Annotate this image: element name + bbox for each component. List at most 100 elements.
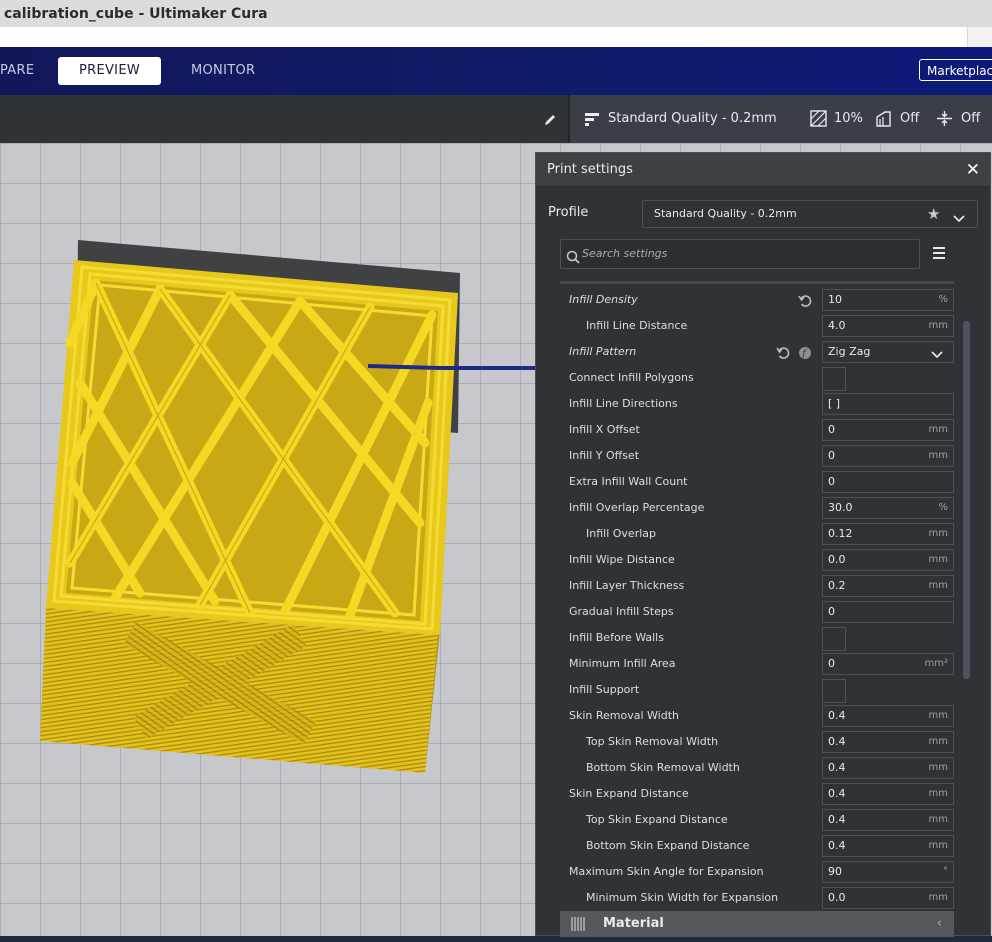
setting-unit: % bbox=[938, 294, 948, 305]
setting-field[interactable]: 0 mm² bbox=[822, 653, 954, 675]
setting-row[interactable]: Infill Pattern f Zig Zag bbox=[560, 339, 956, 365]
setting-field[interactable]: 0 bbox=[822, 601, 954, 623]
setting-row[interactable]: Bottom Skin Removal Width 0.4 mm bbox=[560, 755, 956, 781]
setting-row[interactable]: Extra Infill Wall Count 0 bbox=[560, 469, 956, 495]
setting-row[interactable]: Infill Layer Thickness 0.2 mm bbox=[560, 573, 956, 599]
chevron-down-icon bbox=[953, 208, 965, 234]
setting-field[interactable]: 0 mm bbox=[822, 419, 954, 441]
setting-row[interactable]: Infill Support bbox=[560, 677, 956, 703]
window-title: calibration_cube - Ultimaker Cura bbox=[0, 0, 992, 27]
setting-field[interactable]: 0.2 mm bbox=[822, 575, 954, 597]
setting-dropdown[interactable]: Zig Zag bbox=[822, 341, 954, 363]
setting-value: 0 bbox=[828, 605, 835, 618]
setting-row[interactable]: Minimum Skin Width for Expansion 0.0 mm bbox=[560, 885, 956, 911]
tab-prepare[interactable]: PARE bbox=[0, 57, 40, 85]
setting-row[interactable]: Connect Infill Polygons bbox=[560, 365, 956, 391]
setting-label: Infill Line Directions bbox=[569, 397, 678, 410]
setting-value: 0.2 bbox=[828, 579, 846, 592]
marketplace-button[interactable]: Marketplace bbox=[919, 59, 992, 81]
setting-unit: mm bbox=[928, 840, 948, 851]
setting-field[interactable]: 90 ° bbox=[822, 861, 954, 883]
support-icon bbox=[875, 110, 892, 131]
setting-field[interactable]: 0.4 mm bbox=[822, 757, 954, 779]
setting-row[interactable]: Infill Wipe Distance 0.0 mm bbox=[560, 547, 956, 573]
setting-row[interactable]: Minimum Infill Area 0 mm² bbox=[560, 651, 956, 677]
setting-value: 0.0 bbox=[828, 891, 846, 904]
setting-field[interactable]: 0.4 mm bbox=[822, 705, 954, 727]
setting-field[interactable]: 0.0 mm bbox=[822, 549, 954, 571]
setting-row[interactable]: Skin Expand Distance 0.4 mm bbox=[560, 781, 956, 807]
setting-checkbox[interactable] bbox=[822, 627, 846, 651]
setting-field[interactable]: 4.0 mm bbox=[822, 315, 954, 337]
setting-value: 0.4 bbox=[828, 787, 846, 800]
print-setup-toolbar[interactable]: Standard Quality - 0.2mm 10% Off Off bbox=[568, 95, 992, 143]
setting-row[interactable]: Top Skin Removal Width 0.4 mm bbox=[560, 729, 956, 755]
setting-label: Infill Layer Thickness bbox=[569, 579, 685, 592]
stage-header: PARE PREVIEW MONITOR Marketplace bbox=[0, 47, 992, 95]
reset-icon[interactable] bbox=[798, 293, 812, 307]
setting-row[interactable]: Infill Overlap 0.12 mm bbox=[560, 521, 956, 547]
print-settings-panel: Print settings ✕ Profile Standard Qualit… bbox=[535, 152, 991, 937]
setting-row[interactable]: Infill X Offset 0 mm bbox=[560, 417, 956, 443]
setting-checkbox[interactable] bbox=[822, 367, 846, 391]
search-placeholder: Search settings bbox=[582, 247, 668, 260]
setting-row[interactable]: Infill Overlap Percentage 30.0% bbox=[560, 495, 956, 521]
settings-divider bbox=[560, 281, 954, 284]
setting-unit: mm bbox=[928, 554, 948, 565]
material-icon bbox=[571, 916, 587, 942]
settings-menu-icon[interactable] bbox=[933, 247, 945, 259]
setting-field[interactable]: 0.12 mm bbox=[822, 523, 954, 545]
setting-field[interactable]: 0.4 mm bbox=[822, 731, 954, 753]
star-icon[interactable]: ★ bbox=[927, 201, 940, 227]
setting-row[interactable]: Maximum Skin Angle for Expansion 90 ° bbox=[560, 859, 956, 885]
setting-field[interactable]: 30.0% bbox=[822, 497, 954, 519]
tab-preview[interactable]: PREVIEW bbox=[58, 57, 161, 85]
setting-row[interactable]: Bottom Skin Expand Distance 0.4 mm bbox=[560, 833, 956, 859]
close-icon[interactable]: ✕ bbox=[966, 153, 980, 187]
setting-field[interactable]: 10% bbox=[822, 289, 954, 311]
setting-label: Infill Overlap Percentage bbox=[569, 501, 705, 514]
setting-checkbox[interactable] bbox=[822, 679, 846, 703]
setting-field[interactable]: 0 mm bbox=[822, 445, 954, 467]
profile-value: Standard Quality - 0.2mm bbox=[654, 207, 797, 220]
setting-row[interactable]: Infill Line Directions [ ] bbox=[560, 391, 956, 417]
setting-unit: mm² bbox=[924, 658, 949, 669]
setting-row[interactable]: Infill Before Walls bbox=[560, 625, 956, 651]
setting-unit: mm bbox=[928, 892, 948, 903]
search-input[interactable]: Search settings bbox=[560, 239, 920, 269]
setting-row[interactable]: Infill Line Distance 4.0 mm bbox=[560, 313, 956, 339]
setting-label: Skin Removal Width bbox=[569, 709, 679, 722]
profile-dropdown[interactable]: Standard Quality - 0.2mm ★ bbox=[642, 200, 978, 228]
category-material[interactable]: Material ‹ bbox=[560, 911, 954, 937]
setting-value: 0.12 bbox=[828, 527, 853, 540]
setting-unit: mm bbox=[928, 424, 948, 435]
setting-field[interactable]: 0.4 mm bbox=[822, 835, 954, 857]
setting-unit: mm bbox=[928, 814, 948, 825]
setting-value: 4.0 bbox=[828, 319, 846, 332]
setting-value: 90 bbox=[828, 865, 842, 878]
quality-label: Standard Quality - 0.2mm bbox=[608, 111, 777, 126]
scrollbar[interactable] bbox=[963, 321, 970, 679]
setting-label: Infill Before Walls bbox=[569, 631, 664, 644]
function-icon[interactable]: f bbox=[798, 345, 812, 360]
pencil-icon[interactable] bbox=[543, 112, 557, 131]
reset-icon[interactable] bbox=[776, 345, 790, 359]
setting-field[interactable]: 0.4 mm bbox=[822, 783, 954, 805]
setting-label: Maximum Skin Angle for Expansion bbox=[569, 865, 764, 878]
setting-row[interactable]: Infill Y Offset 0 mm bbox=[560, 443, 956, 469]
setting-field[interactable]: 0.4 mm bbox=[822, 809, 954, 831]
setting-label: Infill Wipe Distance bbox=[569, 553, 675, 566]
setting-label: Connect Infill Polygons bbox=[569, 371, 694, 384]
setting-field[interactable]: 0 bbox=[822, 471, 954, 493]
setting-row[interactable]: Gradual Infill Steps 0 bbox=[560, 599, 956, 625]
view-toolbar bbox=[0, 95, 568, 143]
setting-field[interactable]: 0.0 mm bbox=[822, 887, 954, 909]
setting-label: Skin Expand Distance bbox=[569, 787, 689, 800]
setting-row[interactable]: Infill Density 10% bbox=[560, 287, 956, 313]
setting-row[interactable]: Top Skin Expand Distance 0.4 mm bbox=[560, 807, 956, 833]
tab-monitor[interactable]: MONITOR bbox=[191, 57, 271, 85]
setting-row[interactable]: Skin Removal Width 0.4 mm bbox=[560, 703, 956, 729]
setting-label: Top Skin Expand Distance bbox=[586, 813, 728, 826]
settings-list[interactable]: Infill Density 10% Infill Line Distance 4.0… bbox=[560, 287, 956, 911]
setting-field[interactable]: [ ] bbox=[822, 393, 954, 415]
